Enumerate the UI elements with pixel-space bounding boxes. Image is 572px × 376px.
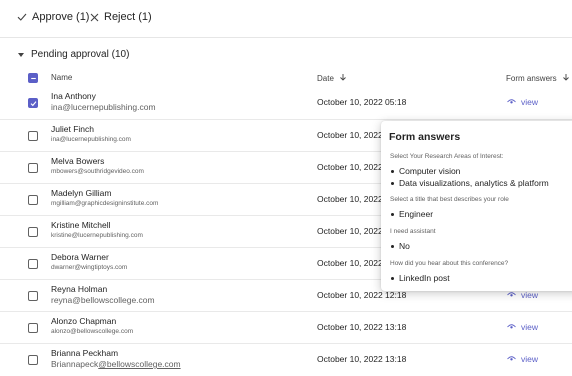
checkmark-icon <box>30 101 37 107</box>
row-email: Briannapeck@bellowscollege.com <box>51 359 181 369</box>
row-email: alonzo@bellowscollege.com <box>51 328 134 335</box>
question: Select a title that best describes your … <box>390 196 509 203</box>
reject-label: Reject (1) <box>104 11 152 23</box>
table-row[interactable]: Alonzo Chapman alonzo@bellowscollege.com… <box>0 311 572 344</box>
arrow-down-icon <box>339 73 347 83</box>
answer: Engineer <box>391 209 433 219</box>
row-checkbox[interactable] <box>28 98 38 108</box>
row-name: Melva Bowers <box>51 156 105 166</box>
view-answers-link[interactable]: view <box>507 97 538 107</box>
row-checkbox[interactable] <box>28 355 38 365</box>
row-name: Reyna Holman <box>51 284 108 294</box>
row-checkbox[interactable] <box>28 195 38 205</box>
question: Select Your Research Areas of Interest: <box>390 153 504 160</box>
row-name: Brianna Peckham <box>51 348 119 358</box>
row-name: Alonzo Chapman <box>51 316 117 326</box>
row-email: mgilliam@graphicdesigninstitute.com <box>51 200 159 207</box>
chevron-down-icon <box>18 52 24 57</box>
row-name: Juliet Finch <box>51 124 94 134</box>
row-date: October 10, 2022 05:18 <box>317 97 407 107</box>
view-answers-link[interactable]: view <box>507 290 538 300</box>
select-all-checkbox[interactable] <box>28 73 38 83</box>
column-header-name[interactable]: Name <box>51 73 72 82</box>
answer: No <box>391 241 410 251</box>
answer: LinkedIn post <box>391 273 450 283</box>
view-answers-link[interactable]: view <box>507 354 538 364</box>
minus-icon <box>31 77 36 80</box>
column-header-form-answers[interactable]: Form answers <box>506 73 570 83</box>
group-label: Pending approval (10) <box>31 49 130 60</box>
row-checkbox[interactable] <box>28 163 38 173</box>
view-answers-link[interactable]: view <box>507 322 538 332</box>
row-date: October 10, 2022 12:18 <box>317 290 407 300</box>
action-toolbar: Approve (1) Reject (1) <box>0 0 572 38</box>
question: I need assistant <box>390 228 436 235</box>
reject-button[interactable]: Reject (1) <box>90 11 152 23</box>
row-checkbox[interactable] <box>28 227 38 237</box>
row-checkbox[interactable] <box>28 259 38 269</box>
row-date: October 10, 2022 13:18 <box>317 354 407 364</box>
row-name: Ina Anthony <box>51 91 96 101</box>
eye-icon <box>507 97 516 107</box>
form-answers-popup: Form answers Select Your Research Areas … <box>381 121 572 291</box>
row-checkbox[interactable] <box>28 131 38 141</box>
row-name: Debora Warner <box>51 252 109 262</box>
row-email: ina@lucernepublishing.com <box>51 102 156 112</box>
row-checkbox[interactable] <box>28 323 38 333</box>
answer: Data visualizations, analytics & platfor… <box>391 178 549 188</box>
popup-title: Form answers <box>389 131 461 143</box>
row-email: kristine@lucernepublishing.com <box>51 232 143 239</box>
row-email: dwarner@wingtiptoys.com <box>51 264 128 271</box>
eye-icon <box>507 322 516 332</box>
checkmark-icon <box>17 12 27 22</box>
row-name: Kristine Mitchell <box>51 220 111 230</box>
pending-approval-group-header[interactable]: Pending approval (10) <box>18 49 129 60</box>
row-checkbox[interactable] <box>28 291 38 301</box>
answer: Computer vision <box>391 166 460 176</box>
table-row[interactable]: Ina Anthony ina@lucernepublishing.com Oc… <box>0 87 572 119</box>
arrow-down-icon <box>562 73 570 83</box>
approve-button[interactable]: Approve (1) <box>17 11 89 23</box>
approve-label: Approve (1) <box>32 11 90 23</box>
row-email: ina@lucernepublishing.com <box>51 136 131 143</box>
row-email: reyna@bellowscollege.com <box>51 295 155 305</box>
column-header-date[interactable]: Date <box>317 73 347 83</box>
eye-icon <box>507 290 516 300</box>
close-icon <box>90 13 99 22</box>
table-row[interactable]: Brianna Peckham Briannapeck@bellowscolle… <box>0 343 572 376</box>
question: How did you hear about this conference? <box>390 260 509 267</box>
row-name: Madelyn Gilliam <box>51 188 112 198</box>
row-email: mbowers@southridgevideo.com <box>51 168 144 175</box>
eye-icon <box>507 354 516 364</box>
row-date: October 10, 2022 13:18 <box>317 322 407 332</box>
